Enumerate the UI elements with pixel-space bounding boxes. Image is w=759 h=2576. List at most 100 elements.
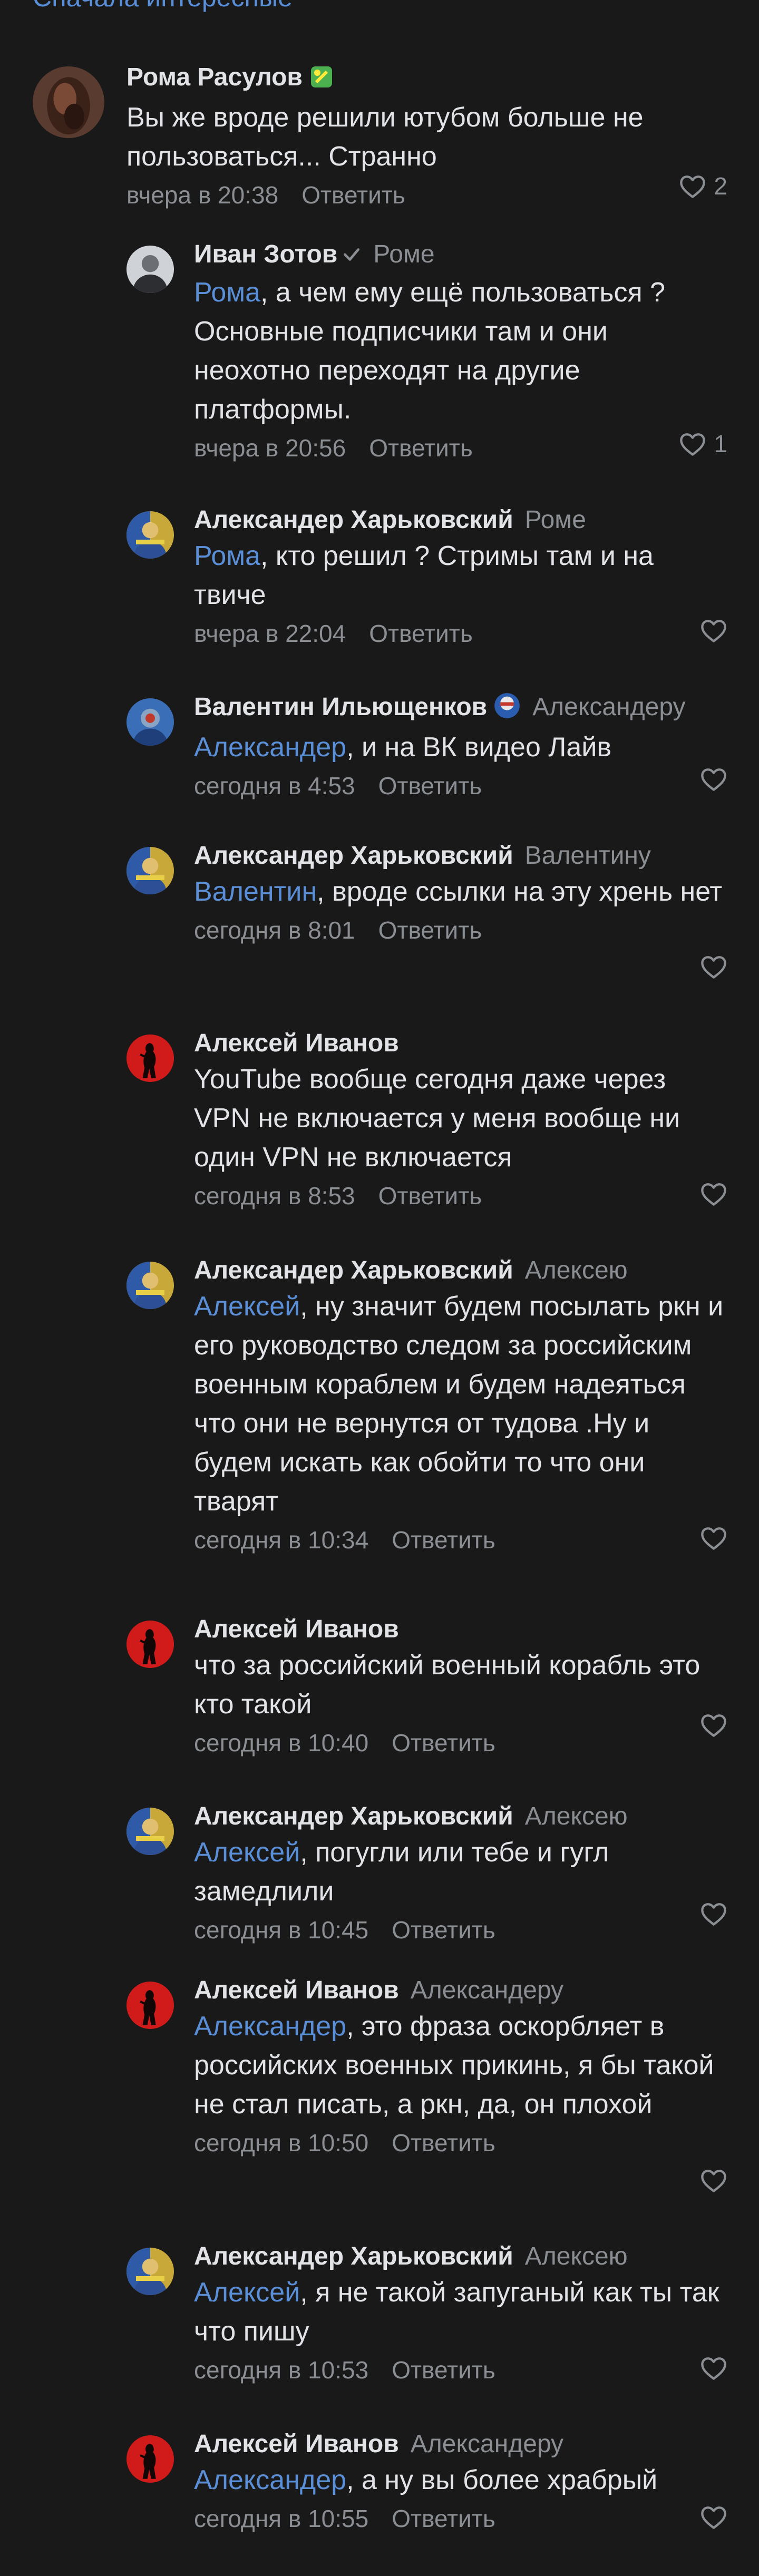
author-name[interactable]: Александер Харьковский [194,1256,513,1284]
avatar[interactable] [126,847,174,894]
comment-body: Алексей Иванов что за российский военный … [194,1613,727,1759]
sort-dropdown[interactable]: Сначала интересные [33,0,293,11]
mention-link[interactable]: Александер [194,732,346,763]
comment-text: Алексей, погугли или тебе и гугл замедли… [194,1833,727,1911]
avatar[interactable] [126,246,174,293]
reply-to-name[interactable]: Роме [373,240,434,268]
heart-icon [680,175,706,198]
comment-header: Алексей Иванов Александеру [194,2428,727,2461]
reply-to-name[interactable]: Алексею [525,2242,628,2270]
reply-to-name[interactable]: Александеру [411,2430,563,2458]
reply-to-name[interactable]: Александеру [532,693,685,721]
reply-button[interactable]: Ответить [392,2356,495,2384]
like-button[interactable] [700,2355,727,2380]
author-name[interactable]: Александер Харьковский [194,1802,513,1830]
reply-to-name[interactable]: Алексею [525,1802,628,1830]
reply-button[interactable]: Ответить [369,620,473,647]
comment-header: Александер Харьковский Роме [194,504,727,536]
comment-meta: сегодня в 4:53 Ответить [194,770,727,802]
reply-button[interactable]: Ответить [392,2505,495,2532]
comment-text: Александер, это фраза оскорбляет в росси… [194,2007,727,2124]
comment-text-content: , вроде ссылки на эту хрень нет [317,876,723,907]
like-button[interactable] [700,1901,727,1926]
heart-icon [701,1527,726,1550]
comment-text-content: , а чем ему ещё пользоваться ? Основные … [194,277,666,425]
avatar[interactable] [126,698,174,746]
reply-button[interactable]: Ответить [301,181,405,209]
comment-meta: вчера в 20:56 Ответить [194,432,727,464]
author-name[interactable]: Александер Харьковский [194,2242,513,2270]
reply-button[interactable]: Ответить [378,916,482,944]
like-button[interactable] [700,1525,727,1550]
author-name[interactable]: Валентин Ильющенков [194,693,487,721]
mention-link[interactable]: Александер [194,2465,346,2495]
timestamp: вчера в 20:56 [194,434,346,462]
comment-text-content: YouTube вообще сегодня даже через VPN не… [194,1064,680,1173]
badge-emoji-icon [493,692,521,728]
comment-text: Александер, а ну вы более храбрый [194,2461,727,2500]
like-button[interactable]: 2 [679,172,727,200]
avatar[interactable] [126,1808,174,1855]
timestamp: сегодня в 8:01 [194,916,355,944]
reply-button[interactable]: Ответить [378,772,482,799]
comment-text-content: , а ну вы более храбрый [346,2465,658,2495]
avatar[interactable] [33,66,104,138]
reply-to-name[interactable]: Алексею [525,1256,628,1284]
reply-button[interactable]: Ответить [392,1526,495,1554]
mention-link[interactable]: Александер [194,2011,346,2042]
like-button[interactable] [700,954,727,979]
like-button[interactable] [700,766,727,792]
reply-to-name[interactable]: Роме [525,506,586,534]
comment-header: Александер Харьковский Валентину [194,840,727,872]
author-name[interactable]: Александер Харьковский [194,842,513,870]
comment-body: Валентин Ильющенков Александеру Александер… [194,691,727,802]
like-button[interactable]: 1 [679,430,727,458]
heart-icon [701,1183,726,1206]
comment-body: Алексей Иванов Александеру Александер, а н… [194,2428,727,2534]
author-name[interactable]: Александер Харьковский [194,506,513,534]
avatar[interactable] [126,1982,174,2029]
reply-button[interactable]: Ответить [392,1916,495,1944]
mention-link[interactable]: Алексей [194,2277,300,2308]
like-button[interactable] [700,1712,727,1738]
like-button[interactable] [700,1181,727,1206]
avatar[interactable] [126,1621,174,1668]
comment-body: Александер Харьковский Валентину Валентин,… [194,840,727,946]
mention-link[interactable]: Валентин [194,876,317,907]
comment-text-content: , ну значит будем посылать ркн и его рук… [194,1291,724,1517]
reply-button[interactable]: Ответить [378,1182,482,1209]
reply-button[interactable]: Ответить [369,434,473,462]
heart-icon [701,1903,726,1926]
avatar[interactable] [126,511,174,559]
comment-meta: сегодня в 10:34 Ответить [194,1524,727,1556]
reply-to-name[interactable]: Валентину [525,842,651,870]
comment-text-content: что за российский военный корабль это кт… [194,1650,700,1720]
timestamp: сегодня в 4:53 [194,772,355,799]
mention-link[interactable]: Рома [194,277,260,308]
reply-button[interactable]: Ответить [392,1729,495,1757]
avatar[interactable] [126,2248,174,2295]
author-name[interactable]: Алексей Иванов [194,1029,399,1057]
like-button[interactable] [700,618,727,643]
avatar[interactable] [126,1035,174,1082]
mention-link[interactable]: Алексей [194,1837,300,1868]
avatar[interactable] [126,2435,174,2483]
author-name[interactable]: Алексей Иванов [194,2430,399,2458]
comment-body: Александер Харьковский Роме Рома, кто реши… [194,504,727,649]
author-name[interactable]: Алексей Иванов [194,1976,399,2004]
like-button[interactable] [700,2168,727,2193]
reply-button[interactable]: Ответить [392,2129,495,2157]
avatar[interactable] [126,1262,174,1309]
comment-text: Рома, кто решил ? Стримы там и на твиче [194,536,727,614]
author-name[interactable]: Иван Зотов [194,240,337,268]
comment-text: Алексей, ну значит будем посылать ркн и … [194,1287,727,1521]
author-name[interactable]: Алексей Иванов [194,1615,399,1643]
comment-meta: сегодня в 10:53 Ответить [194,2354,727,2386]
comment-header: Александер Харьковский Алексею [194,2240,727,2273]
comment-meta: сегодня в 8:53 Ответить [194,1180,727,1212]
like-button[interactable] [700,2504,727,2530]
mention-link[interactable]: Алексей [194,1291,300,1322]
author-name[interactable]: Рома Расулов [126,63,303,91]
reply-to-name[interactable]: Александеру [411,1976,563,2004]
mention-link[interactable]: Рома [194,541,260,571]
